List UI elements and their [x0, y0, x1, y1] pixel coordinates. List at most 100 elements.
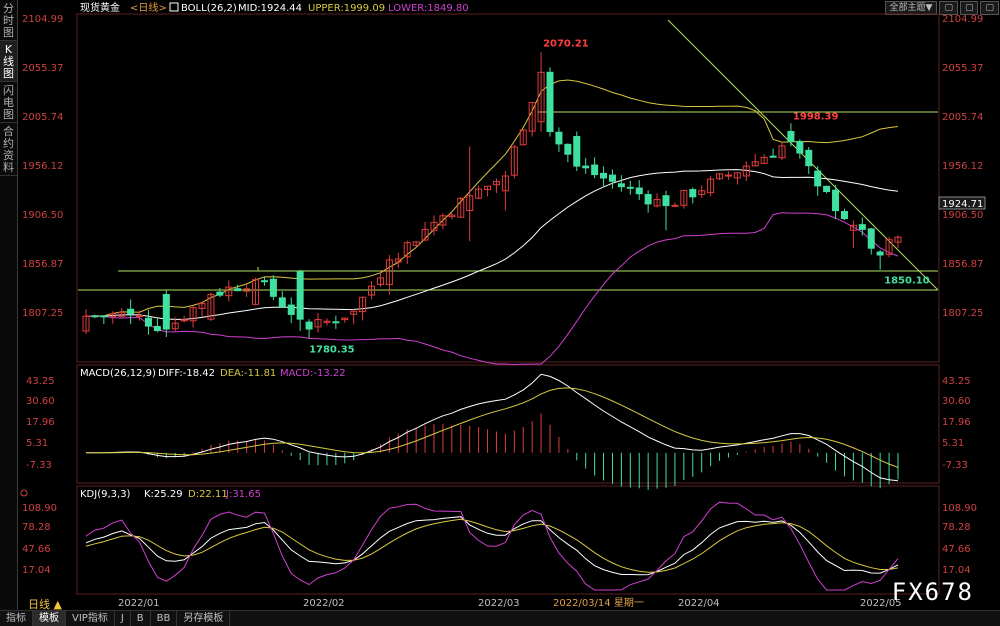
- candle-body: [127, 308, 135, 315]
- candle-body: [600, 172, 608, 179]
- x-axis-label: 2022/01: [118, 598, 160, 609]
- price-label-left: 1856.87: [22, 259, 63, 270]
- candle-body: [769, 155, 777, 158]
- kdj-settings-icon[interactable]: [20, 489, 28, 497]
- macd-panel-frame: [76, 364, 940, 484]
- candle-body: [332, 321, 340, 324]
- price-label-right: 1906.50: [942, 210, 983, 221]
- candle-body: [644, 193, 652, 205]
- x-axis-label: 2022/03/14 星期一: [553, 597, 644, 609]
- macd-dea-line: [86, 387, 899, 468]
- tab-save-template[interactable]: 另存模板: [177, 611, 231, 626]
- candle-body: [814, 170, 822, 187]
- candle-body: [787, 131, 795, 142]
- candle-body: [635, 187, 643, 195]
- chart-area: 现货黄金 <日线> BOLL(26,2) MID:1924.44 UPPER:1…: [18, 0, 1000, 610]
- boll-lower-value: LOWER:1849.80: [388, 3, 469, 14]
- kdj-label-left: 78.28: [22, 522, 51, 533]
- macd-label: MACD(26,12,9): [80, 368, 156, 379]
- macd-label-right: -7.33: [942, 460, 968, 471]
- macd-diff-value: DIFF:-18.42: [158, 368, 215, 379]
- candle-body: [724, 174, 732, 177]
- candle-body: [805, 149, 813, 167]
- tab-flash-chart[interactable]: 闪电图: [0, 82, 17, 123]
- price-label-right: 1856.87: [942, 259, 983, 270]
- price-label-left: 1807.25: [22, 308, 63, 319]
- boll-toggle-icon[interactable]: [169, 2, 179, 12]
- candle-body: [591, 164, 599, 176]
- tab-time-share[interactable]: 分时图: [0, 0, 17, 41]
- kdj-j-value: J:31.65: [225, 489, 261, 500]
- candle-body: [867, 228, 875, 249]
- annotation-low: 1780.35: [309, 345, 355, 356]
- candle-body: [582, 165, 590, 169]
- price-label-left: 1956.12: [22, 161, 63, 172]
- tab-kline[interactable]: K线图: [0, 41, 17, 82]
- candle-body: [162, 293, 170, 330]
- macd-label-left: 5.31: [26, 438, 48, 449]
- candle-body: [564, 143, 572, 155]
- candle-body: [136, 315, 144, 318]
- candle-body: [269, 278, 277, 297]
- candle-body: [555, 131, 563, 145]
- candle-body: [144, 317, 152, 327]
- kdj-label-right: 78.28: [942, 522, 971, 533]
- kdj-j-line: [85, 501, 899, 591]
- candle-body: [216, 291, 224, 296]
- x-axis-label: 2022/04: [678, 598, 720, 609]
- kdj-k-value: K:25.29: [144, 489, 183, 500]
- candle-body: [823, 185, 831, 193]
- candle-body: [180, 319, 188, 322]
- annotation-secondary-high: 1998.39: [793, 111, 839, 122]
- macd-label-left: 30.60: [26, 396, 55, 407]
- price-label-right: 1807.25: [942, 308, 983, 319]
- price-label-right: 2005.74: [942, 112, 983, 123]
- kline-chart-svg[interactable]: 现货黄金 <日线> BOLL(26,2) MID:1924.44 UPPER:1…: [18, 0, 1000, 610]
- candle-body: [573, 135, 581, 167]
- kdj-panel-frame: [76, 485, 940, 595]
- tab-bb[interactable]: BB: [151, 611, 178, 626]
- price-label-left: 2104.99: [22, 14, 63, 25]
- candle-body: [876, 251, 884, 256]
- kdj-label-left: 108.90: [22, 503, 57, 514]
- candle-body: [858, 224, 866, 230]
- tab-contract-info[interactable]: 合约资料: [0, 123, 17, 176]
- boll-label: BOLL(26,2): [181, 3, 237, 14]
- candle-body: [234, 288, 242, 292]
- candle-body: [617, 183, 625, 188]
- boll-mid-value: MID:1924.44: [238, 3, 302, 14]
- candle-body: [287, 304, 295, 315]
- candle-body: [278, 297, 286, 308]
- x-axis-label: 2022/03: [478, 598, 520, 609]
- candle-body: [626, 186, 634, 189]
- tab-vip-indicators[interactable]: VIP指标: [66, 611, 115, 626]
- macd-label-right: 30.60: [942, 396, 971, 407]
- candle-body: [91, 315, 99, 318]
- tab-indicators[interactable]: 指标: [0, 611, 33, 626]
- kdj-d-value: D:22.11: [188, 489, 228, 500]
- macd-label-left: 43.25: [26, 376, 55, 387]
- boll-upper-line: [85, 79, 899, 317]
- kdj-label-left: 47.66: [22, 544, 51, 555]
- macd-label-right: 43.25: [942, 376, 971, 387]
- kdj-label: KDJ(9,3,3): [80, 489, 131, 500]
- sidebar: 分时图 K线图 闪电图 合约资料: [0, 0, 18, 612]
- candle-body: [546, 71, 554, 133]
- tab-template[interactable]: 模板: [33, 611, 66, 626]
- kdj-label-right: 47.66: [942, 544, 971, 555]
- price-label-right: 2104.99: [942, 14, 983, 25]
- macd-label-right: 5.31: [942, 438, 964, 449]
- macd-dea-value: DEA:-11.81: [220, 368, 276, 379]
- macd-label-right: 17.96: [942, 417, 971, 428]
- period-indicator: <日线>: [130, 1, 167, 14]
- tab-j[interactable]: J: [115, 611, 131, 626]
- bottom-toolbar: 指标 模板 VIP指标 J B BB 另存模板: [0, 610, 1000, 626]
- candle-body: [671, 204, 679, 207]
- candle-body: [100, 315, 108, 318]
- macd-diff-line: [86, 373, 899, 482]
- annotation-recent-low: 1850.10: [884, 276, 930, 287]
- price-label-left: 1906.50: [22, 210, 63, 221]
- candle-body: [305, 321, 313, 330]
- candle-body: [608, 174, 616, 182]
- tab-b[interactable]: B: [131, 611, 151, 626]
